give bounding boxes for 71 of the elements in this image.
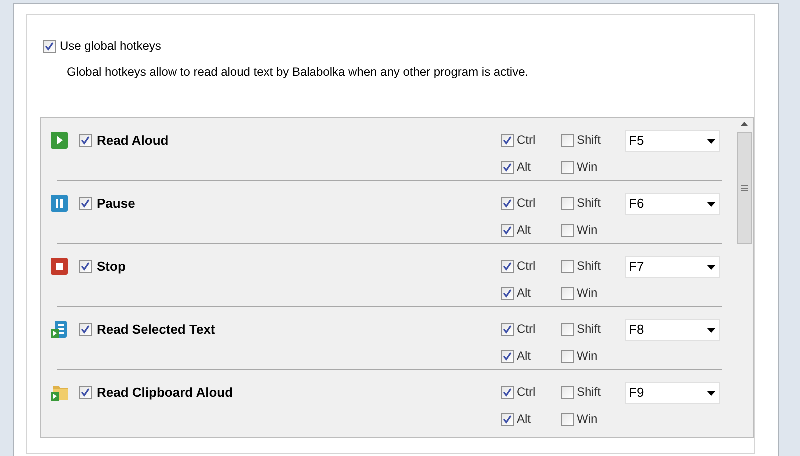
checkbox[interactable] (79, 260, 92, 274)
modifier-label: Ctrl (517, 384, 536, 401)
key-dropdown[interactable]: F5 (625, 130, 720, 152)
checkbox[interactable] (501, 134, 514, 146)
modifier-label: Shift (577, 384, 602, 401)
checkbox[interactable] (501, 286, 514, 300)
checkbox[interactable] (561, 160, 574, 174)
modifier-label: Shift (577, 132, 602, 149)
key-dropdown[interactable]: F6 (625, 193, 720, 215)
checkbox[interactable] (43, 40, 56, 52)
folder-play-icon (51, 384, 68, 402)
checkbox[interactable] (561, 412, 574, 426)
hotkey-label: Pause (97, 195, 136, 213)
scroll-thumb[interactable] (737, 132, 752, 244)
caret-icon (707, 202, 716, 206)
checkbox[interactable] (501, 322, 514, 336)
checkbox[interactable] (561, 386, 574, 398)
checkbox[interactable] (501, 386, 514, 398)
checkbox[interactable] (561, 286, 574, 300)
modifier-label: Alt (517, 159, 532, 176)
hotkey-label: Read Selected Text (97, 321, 216, 339)
scroll-up-icon (741, 122, 748, 126)
caret-icon (707, 264, 716, 270)
play-icon (51, 132, 68, 150)
checkbox[interactable] (561, 196, 574, 210)
document-play-icon (51, 321, 68, 338)
checkbox[interactable] (561, 260, 574, 272)
checkbox[interactable] (561, 350, 574, 362)
modifier-label: Win (577, 222, 598, 239)
key-dropdown[interactable]: F7 (625, 256, 720, 278)
hotkey-label: Stop (97, 258, 126, 276)
modifier-label: Win (577, 159, 598, 176)
modifier-label: Win (577, 411, 598, 428)
checkbox[interactable] (501, 260, 514, 272)
description-text: Global hotkeys allow to read aloud text by Balabolka when any other program is active. (67, 65, 529, 79)
checkbox[interactable] (501, 160, 514, 174)
stop-icon (51, 258, 68, 276)
modifier-label: Shift (577, 258, 602, 275)
modifier-label: Ctrl (517, 195, 536, 212)
modifier-label: Shift (577, 195, 602, 212)
key-dropdown[interactable]: F9 (625, 382, 720, 404)
modifier-label: Ctrl (517, 321, 536, 338)
caret-icon (707, 390, 716, 396)
modifier-label: Alt (517, 411, 532, 428)
checkbox[interactable] (561, 322, 574, 336)
modifier-label: Shift (577, 321, 602, 338)
modifier-label: Win (577, 285, 598, 302)
checkbox[interactable] (501, 350, 514, 362)
checkbox[interactable] (79, 386, 92, 400)
checkbox[interactable] (561, 134, 574, 146)
modifier-label: Alt (517, 348, 532, 365)
pause-icon (51, 195, 68, 212)
modifier-label: Alt (517, 222, 532, 239)
hotkey-label: Read Aloud (97, 132, 169, 150)
checkbox-label: Use global hotkeys (60, 38, 162, 55)
checkbox[interactable] (501, 412, 514, 426)
modifier-label: Alt (517, 285, 532, 302)
checkbox[interactable] (79, 197, 92, 210)
caret-icon (707, 138, 716, 144)
grip-icon (741, 184, 748, 192)
modifier-label: Ctrl (517, 132, 536, 149)
checkbox[interactable] (501, 196, 514, 210)
modifier-label: Ctrl (517, 258, 536, 275)
checkbox[interactable] (79, 134, 92, 148)
checkbox[interactable] (501, 224, 514, 236)
modifier-label: Win (577, 348, 598, 365)
checkbox[interactable] (561, 224, 574, 236)
caret-icon (707, 328, 716, 332)
hotkey-label: Read Clipboard Aloud (97, 384, 234, 402)
key-dropdown[interactable]: F8 (625, 319, 720, 341)
checkbox[interactable] (79, 323, 92, 336)
